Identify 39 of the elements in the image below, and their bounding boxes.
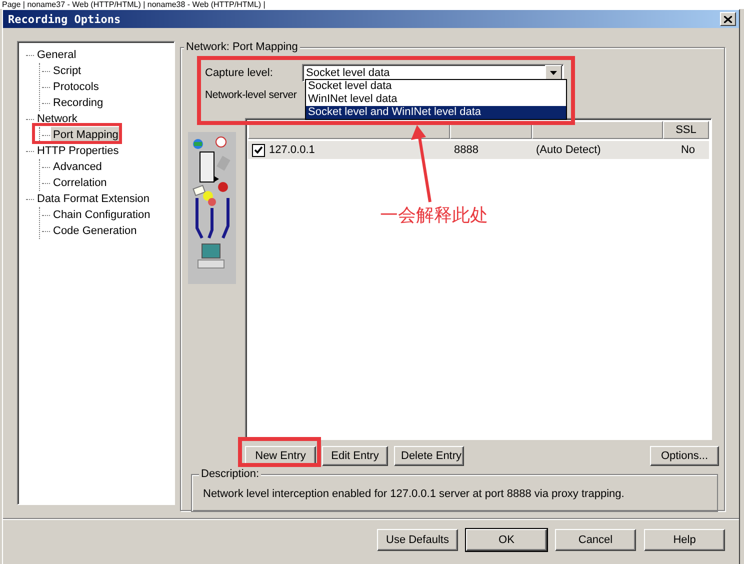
network-level-server-label: Network-level server [205, 89, 297, 101]
dialog-button[interactable]: Help [644, 529, 725, 551]
tree-item[interactable]: Correlation [51, 175, 109, 191]
delete-entry-button[interactable]: Delete Entry [394, 446, 464, 466]
tree-item[interactable]: Network [35, 111, 80, 127]
tree-item[interactable]: Script [51, 63, 84, 79]
background-tabs-text: Page | noname37 - Web (HTTP/HTML) | noname38 - Web (HTTP/HTML) | [1, 0, 266, 9]
edit-entry-button[interactable]: Edit Entry [322, 446, 388, 466]
table-cell-text: (Auto Detect) [535, 144, 602, 156]
tree-item[interactable]: General [35, 47, 78, 63]
dialog-button[interactable]: Use Defaults [377, 529, 458, 551]
tree-item[interactable]: Recording [51, 95, 106, 111]
tree-item[interactable]: Code Generation [51, 223, 139, 239]
annotation-text: 一会解释此处 [380, 204, 488, 227]
table-cell-text: No [680, 144, 696, 156]
tree-item[interactable]: Protocols [51, 79, 101, 95]
dialog-button[interactable]: Cancel [555, 529, 636, 551]
table-row[interactable]: 127.0.0.1 8888 (Auto Detect) No [248, 141, 709, 159]
column-header: SSL [663, 121, 709, 139]
description-label: Description: [199, 468, 262, 480]
group-title: Network: Port Mapping [184, 41, 300, 53]
row-checkbox[interactable] [252, 144, 265, 156]
options-button[interactable]: Options... [650, 446, 719, 466]
tree-item[interactable]: Data Format Extension [35, 191, 152, 207]
window-title: Recording Options [8, 12, 121, 26]
dropdown-arrow-icon [550, 71, 557, 75]
dropdown-option[interactable]: Socket level data [306, 80, 566, 93]
table-cell: 127.0.0.1 [269, 144, 315, 156]
close-button[interactable] [720, 12, 736, 26]
description-text: Network level interception enabled for 127.0.0.1 server at port 8888 via proxy trapping. [203, 488, 626, 500]
dropdown-option[interactable]: Socket level and WinINet level data [306, 106, 566, 119]
table-cell-text: 8888 [453, 144, 480, 156]
tree-item[interactable]: Chain Configuration [51, 207, 152, 223]
tree-item[interactable]: Advanced [51, 159, 104, 175]
dropdown-option[interactable]: WinINet level data [306, 93, 566, 106]
close-icon [724, 16, 732, 22]
dialog-button[interactable]: OK [466, 529, 547, 551]
tree-item[interactable]: HTTP Properties [35, 143, 121, 159]
capture-level-label: Capture level: [205, 67, 274, 79]
